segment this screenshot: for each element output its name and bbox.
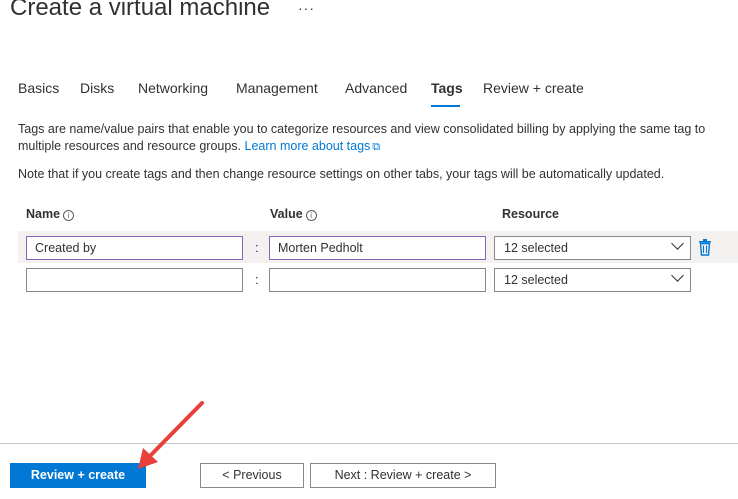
- column-header-resource-label: Resource: [502, 207, 559, 221]
- info-icon[interactable]: i: [63, 210, 75, 221]
- tab-basics[interactable]: Basics: [18, 80, 59, 96]
- footer-divider: [0, 443, 738, 444]
- review-create-button[interactable]: Review + create: [10, 463, 146, 488]
- tab-advanced[interactable]: Advanced: [345, 80, 407, 96]
- tag-value-input[interactable]: Morten Pedholt: [269, 236, 486, 260]
- column-header-value-label: Value: [270, 207, 303, 221]
- learn-more-link-label: Learn more about tags: [244, 139, 371, 153]
- tab-tags[interactable]: Tags: [431, 80, 463, 96]
- resource-dropdown-value: 12 selected: [504, 241, 568, 255]
- column-header-name: Name i: [26, 207, 75, 221]
- delete-icon[interactable]: [698, 239, 712, 256]
- previous-button[interactable]: < Previous: [200, 463, 304, 488]
- tags-description: Tags are name/value pairs that enable yo…: [18, 121, 734, 156]
- next-review-create-button[interactable]: Next : Review + create >: [310, 463, 496, 488]
- tag-name-input[interactable]: [26, 268, 243, 292]
- column-header-name-label: Name: [26, 207, 61, 221]
- tag-name-input[interactable]: Created by: [26, 236, 243, 260]
- resource-dropdown[interactable]: 12 selected: [494, 268, 691, 292]
- chevron-down-icon: [671, 237, 684, 250]
- tab-management[interactable]: Management: [236, 80, 318, 96]
- tab-disks[interactable]: Disks: [80, 80, 114, 96]
- chevron-down-icon: [671, 269, 684, 282]
- external-link-icon: ⧉: [372, 141, 381, 153]
- more-options-icon[interactable]: ···: [298, 0, 315, 16]
- tag-value-input[interactable]: [269, 268, 486, 292]
- column-header-resource: Resource: [502, 207, 559, 221]
- active-tab-indicator: [431, 105, 460, 107]
- learn-more-link[interactable]: Learn more about tags ⧉: [245, 139, 381, 153]
- tab-networking[interactable]: Networking: [138, 80, 208, 96]
- name-value-separator: :: [255, 272, 259, 287]
- tab-review-create[interactable]: Review + create: [483, 80, 584, 96]
- name-value-separator: :: [255, 240, 259, 255]
- info-icon[interactable]: i: [305, 210, 317, 221]
- resource-dropdown-value: 12 selected: [504, 273, 568, 287]
- tags-note: Note that if you create tags and then ch…: [18, 167, 665, 181]
- resource-dropdown[interactable]: 12 selected: [494, 236, 691, 260]
- column-header-value: Value i: [270, 207, 317, 221]
- page-title: Create a virtual machine: [10, 0, 271, 21]
